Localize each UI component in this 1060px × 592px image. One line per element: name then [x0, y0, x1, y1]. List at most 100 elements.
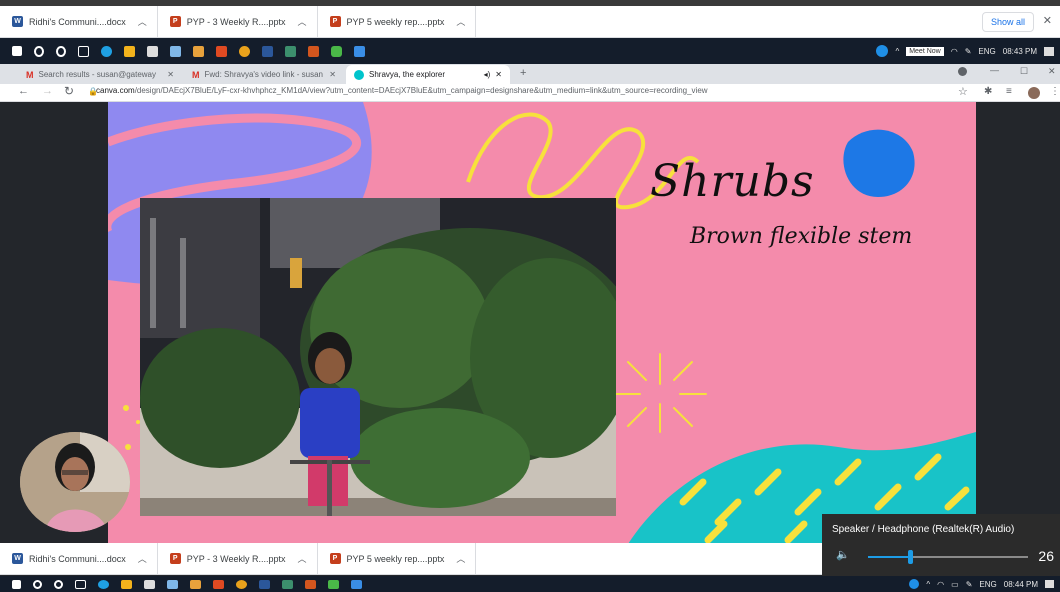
- sunburst: [615, 353, 707, 433]
- office-icon[interactable]: [213, 579, 224, 589]
- chevron-up-icon[interactable]: ︿: [138, 552, 147, 565]
- wifi-icon[interactable]: ◠: [951, 47, 958, 56]
- word-icon[interactable]: [262, 45, 273, 57]
- audio-icon[interactable]: ◂): [484, 70, 491, 79]
- audio-device-name[interactable]: Speaker / Headphone (Realtek(R) Audio): [832, 524, 1014, 535]
- windows-start-icon[interactable]: [12, 46, 22, 56]
- system-tray: ^ Meet Now ◠ ✎ ENG 08:43 PM: [876, 38, 1054, 64]
- reading-list-icon[interactable]: ≡: [1006, 86, 1012, 97]
- tab-gmail-fwd[interactable]: M Fwd: Shravya's video link - susan ✕: [184, 65, 344, 84]
- url-field[interactable]: canva.com/design/DAEcjX7BluE/LyF-cxr-khv…: [96, 86, 708, 95]
- word-file-icon: W: [12, 553, 23, 564]
- publisher-icon[interactable]: [282, 579, 293, 589]
- search-icon[interactable]: [33, 579, 42, 589]
- cortana-icon[interactable]: [54, 579, 63, 589]
- address-bar: ← → ↻ 🔒 canva.com/design/DAEcjX7BluE/LyF…: [0, 84, 1060, 102]
- chevron-up-icon[interactable]: ︿: [297, 15, 306, 28]
- download-item[interactable]: P PYP 5 weekly rep....pptx ︿: [318, 542, 477, 575]
- battery-icon[interactable]: ▭: [951, 580, 959, 589]
- file-explorer-icon[interactable]: [121, 579, 132, 589]
- download-item[interactable]: P PYP 5 weekly rep....pptx ︿: [318, 5, 477, 38]
- chevron-up-icon[interactable]: ︿: [456, 15, 465, 28]
- photos-icon[interactable]: [351, 579, 362, 589]
- meet-now-button[interactable]: Meet Now: [906, 46, 944, 56]
- pen-icon[interactable]: ✎: [966, 580, 973, 589]
- minimize-icon[interactable]: —: [990, 65, 999, 75]
- chrome-icon[interactable]: [239, 45, 250, 57]
- help-icon[interactable]: [909, 579, 920, 589]
- store-icon[interactable]: [144, 579, 155, 589]
- pen-icon[interactable]: ✎: [965, 47, 972, 56]
- dropbox-icon[interactable]: [170, 45, 181, 57]
- chevron-up-icon[interactable]: ^: [926, 580, 930, 589]
- office-icon[interactable]: [216, 45, 227, 57]
- wifi-icon[interactable]: ◠: [937, 580, 944, 589]
- publisher-icon[interactable]: [285, 45, 296, 57]
- download-item[interactable]: P PYP - 3 Weekly R....pptx ︿: [158, 5, 318, 38]
- download-item[interactable]: W Ridhi's Communi....docx ︿: [0, 542, 158, 575]
- language-indicator[interactable]: ENG: [978, 47, 995, 56]
- app-icon[interactable]: [331, 45, 342, 57]
- app-icon[interactable]: [190, 579, 201, 589]
- store-icon[interactable]: [147, 45, 158, 57]
- forward-icon[interactable]: →: [42, 85, 53, 97]
- app-icon[interactable]: [193, 45, 204, 57]
- app-icon[interactable]: [328, 579, 339, 589]
- volume-slider-fill: [868, 556, 910, 558]
- notification-icon[interactable]: [1044, 46, 1054, 56]
- volume-slider-thumb[interactable]: [907, 550, 913, 564]
- powerpoint-icon[interactable]: [305, 579, 316, 589]
- search-icon[interactable]: [34, 45, 44, 57]
- top-edge: [0, 0, 1060, 6]
- windows-start-icon[interactable]: [12, 579, 21, 589]
- speaker-icon[interactable]: 🔈: [836, 548, 850, 561]
- tab-gmail-search[interactable]: M Search results - susan@gateway ✕: [18, 65, 182, 84]
- task-view-icon[interactable]: [78, 45, 89, 57]
- file-explorer-icon[interactable]: [124, 45, 135, 57]
- tab-close-icon[interactable]: ✕: [329, 70, 336, 79]
- tab-close-icon[interactable]: ✕: [495, 70, 502, 79]
- chevron-up-icon[interactable]: ^: [895, 47, 899, 56]
- extensions-icon[interactable]: ✱: [984, 86, 992, 97]
- clock[interactable]: 08:43 PM: [1003, 47, 1037, 56]
- tab-title: Shravya, the explorer: [369, 70, 446, 79]
- webcam-bubble[interactable]: [20, 432, 130, 532]
- notification-icon[interactable]: [1045, 580, 1054, 588]
- reload-icon[interactable]: ↻: [64, 84, 74, 98]
- yellow-dots: [123, 405, 140, 450]
- new-tab-icon[interactable]: +: [520, 67, 526, 79]
- window-close-icon[interactable]: ✕: [1048, 66, 1056, 77]
- webcam-illustration: [20, 432, 130, 532]
- edge-icon[interactable]: [101, 45, 112, 57]
- powerpoint-icon[interactable]: [308, 45, 319, 57]
- language-indicator[interactable]: ENG: [979, 580, 996, 589]
- dropbox-icon[interactable]: [167, 579, 178, 589]
- tab-canva[interactable]: Shravya, the explorer ◂) ✕: [346, 65, 510, 84]
- back-icon[interactable]: ←: [18, 85, 29, 97]
- download-filename: PYP - 3 Weekly R....pptx: [186, 553, 286, 564]
- tab-close-icon[interactable]: ✕: [167, 70, 174, 79]
- chevron-up-icon[interactable]: ︿: [138, 15, 147, 28]
- word-icon[interactable]: [259, 579, 270, 589]
- show-all-button[interactable]: Show all: [981, 12, 1034, 32]
- chevron-up-icon[interactable]: ︿: [456, 552, 465, 565]
- cortana-icon[interactable]: [56, 45, 66, 57]
- chrome-icon[interactable]: [236, 579, 247, 589]
- photos-icon[interactable]: [354, 45, 365, 57]
- download-item[interactable]: W Ridhi's Communi....docx ︿: [0, 5, 158, 38]
- help-icon[interactable]: [876, 45, 889, 57]
- bookmark-star-icon[interactable]: ☆: [958, 85, 968, 98]
- edge-icon[interactable]: [98, 579, 109, 589]
- close-icon[interactable]: ✕: [1043, 14, 1052, 27]
- download-filename: Ridhi's Communi....docx: [29, 553, 126, 564]
- menu-icon[interactable]: ⋮: [1050, 86, 1060, 97]
- blue-blob: [843, 129, 915, 197]
- profile-icon[interactable]: [958, 67, 967, 76]
- avatar[interactable]: [1028, 87, 1040, 99]
- volume-slider-track[interactable]: [868, 550, 1028, 564]
- task-view-icon[interactable]: [75, 579, 86, 589]
- download-item[interactable]: P PYP - 3 Weekly R....pptx ︿: [158, 542, 318, 575]
- clock[interactable]: 08:44 PM: [1004, 580, 1038, 589]
- chevron-up-icon[interactable]: ︿: [297, 552, 306, 565]
- maximize-icon[interactable]: ☐: [1020, 66, 1028, 77]
